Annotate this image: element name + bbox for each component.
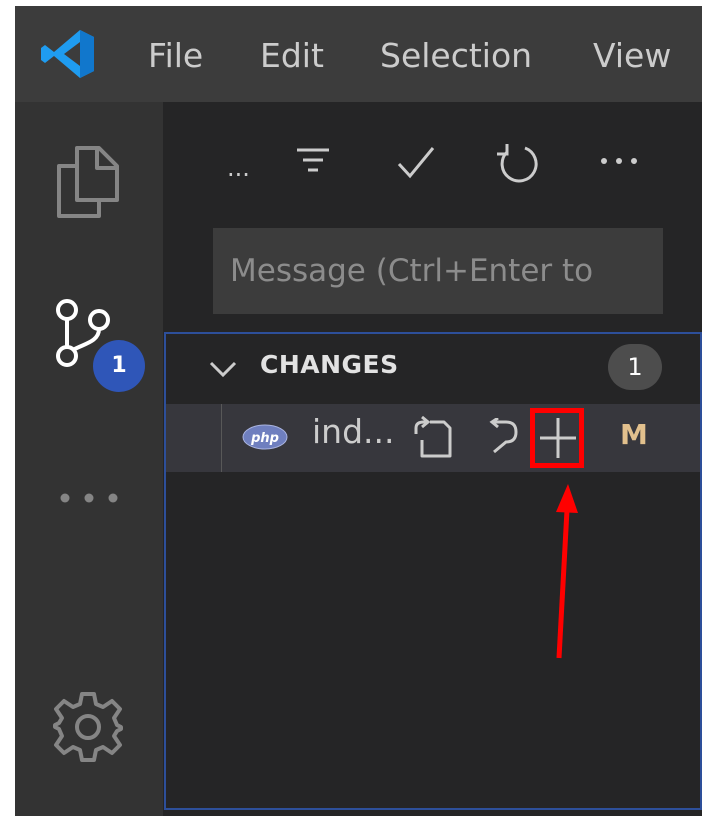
changes-header[interactable]: CHANGES 1 <box>166 334 700 404</box>
commit-message-box <box>213 228 663 314</box>
source-control-badge: 1 <box>93 340 145 392</box>
check-icon[interactable] <box>395 142 437 184</box>
changed-file-row[interactable]: php ind... M <box>166 404 700 472</box>
changed-file-name: ind... <box>312 412 395 451</box>
files-icon[interactable] <box>55 144 121 220</box>
commit-message-input[interactable] <box>213 228 663 314</box>
menu-edit[interactable]: Edit <box>260 34 324 78</box>
changes-count-badge: 1 <box>608 344 662 390</box>
highlight-box <box>530 408 584 468</box>
refresh-icon[interactable] <box>495 142 541 188</box>
source-control-sidebar: ... CHANGES <box>163 102 702 816</box>
indent-guide <box>221 404 222 472</box>
svg-text:php: php <box>250 431 279 446</box>
filter-icon[interactable] <box>293 142 333 182</box>
activity-bar: 1 <box>15 102 163 816</box>
toolbar-ellipsis[interactable]: ... <box>227 154 250 182</box>
modified-status: M <box>620 418 648 451</box>
open-file-icon[interactable] <box>414 416 452 460</box>
vscode-logo-icon <box>41 30 94 78</box>
menu-selection[interactable]: Selection <box>380 34 532 78</box>
changes-panel: CHANGES 1 php ind... M <box>164 332 702 810</box>
menu-file[interactable]: File <box>148 34 203 78</box>
more-icon[interactable] <box>57 488 121 508</box>
changes-title: CHANGES <box>260 350 399 379</box>
vscode-window: File Edit Selection View 1 ... Message (… <box>15 6 702 816</box>
more-actions-icon[interactable] <box>599 156 639 166</box>
chevron-down-icon[interactable] <box>208 360 238 378</box>
gear-icon[interactable] <box>51 690 125 764</box>
discard-icon[interactable] <box>484 418 518 458</box>
php-icon: php <box>242 424 288 450</box>
menu-view[interactable]: View <box>593 34 671 78</box>
title-bar: File Edit Selection View <box>15 6 702 102</box>
